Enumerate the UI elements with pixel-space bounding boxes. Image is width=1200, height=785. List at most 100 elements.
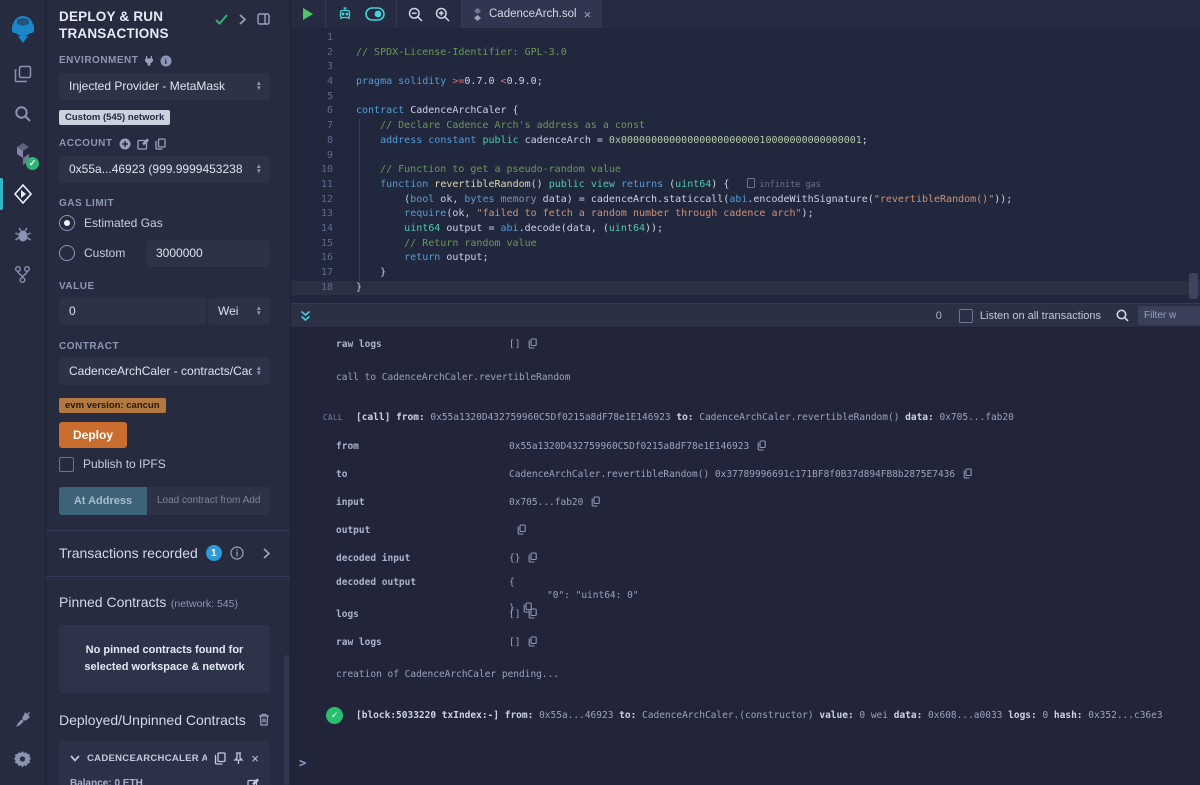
code-line[interactable]: 8 address constant public cadenceArch = … <box>291 134 1200 149</box>
value-input[interactable] <box>59 298 206 325</box>
editor-scrollbar[interactable] <box>1189 273 1198 299</box>
value-unit-select[interactable]: Wei ▲▼ <box>208 298 270 325</box>
copy-icon[interactable] <box>528 552 537 563</box>
add-account-icon[interactable] <box>119 138 131 150</box>
log-row-output[interactable]: output <box>336 524 1200 540</box>
zoom-in-icon[interactable] <box>435 7 450 22</box>
info-icon[interactable]: i <box>160 55 172 67</box>
pin-panel-icon[interactable] <box>257 13 270 25</box>
at-address-button[interactable]: At Address <box>59 487 147 515</box>
deploy-run-panel: DEPLOY & RUN TRANSACTIONS ENVIRONMENT i … <box>46 0 291 785</box>
tab-label: CadenceArch.sol <box>489 8 577 20</box>
terminal-search-icon[interactable] <box>1116 309 1129 322</box>
tab-cadencearch[interactable]: CadenceArch.sol × <box>462 0 602 28</box>
publish-ipfs-checkbox[interactable] <box>59 457 74 472</box>
run-script-icon[interactable] <box>302 7 314 21</box>
call-log-entry[interactable]: call[call] from: 0x55a1320D432759960C5Df… <box>323 411 1200 424</box>
info-circle-icon[interactable] <box>230 546 244 560</box>
trash-icon[interactable] <box>258 713 270 726</box>
listen-all-checkbox[interactable] <box>959 309 973 323</box>
edit-balance-icon[interactable] <box>247 778 259 785</box>
log-row-raw-logs[interactable]: raw logs[] <box>336 636 1200 652</box>
success-check-icon: ✓ <box>326 707 343 724</box>
code-line[interactable]: 5 <box>291 90 1200 105</box>
account-select[interactable]: 0x55a...46923 (999.9999453238 ▲▼ <box>59 156 270 183</box>
environment-select[interactable]: Injected Provider - MetaMask ▲▼ <box>59 73 270 100</box>
estimated-gas-label: Estimated Gas <box>84 216 163 230</box>
stepper-icon: ▲▼ <box>256 81 262 91</box>
panel-scrollbar[interactable] <box>284 655 289 785</box>
deploy-run-icon[interactable] <box>0 174 45 214</box>
ai-toggle-icon[interactable] <box>365 7 385 21</box>
edit-account-icon[interactable] <box>137 138 149 150</box>
copy-address-icon[interactable] <box>214 752 226 765</box>
contract-select[interactable]: CadenceArchCaler - contracts/Cac ▲▼ <box>59 358 270 385</box>
search-icon[interactable] <box>0 94 45 134</box>
copy-icon[interactable] <box>757 440 766 451</box>
at-address-input[interactable] <box>147 487 270 515</box>
copy-icon[interactable] <box>528 338 537 349</box>
log-row-from[interactable]: from0x55a1320D432759960C5Df0215a8dF78e1E… <box>336 440 1200 456</box>
remix-logo[interactable] <box>0 4 45 54</box>
terminal-output[interactable]: raw logs[] call to CadenceArchCaler.rever… <box>291 328 1200 785</box>
deploy-button[interactable]: Deploy <box>59 422 127 448</box>
code-line[interactable]: 6contract CadenceArchCaler { <box>291 104 1200 119</box>
code-line[interactable]: 4pragma solidity >=0.7.0 <0.9.0; <box>291 75 1200 90</box>
solidity-file-icon <box>473 8 482 21</box>
log-message[interactable]: creation of CadenceArchCaler pending... <box>336 668 1200 681</box>
close-tab-icon[interactable]: × <box>584 8 592 21</box>
code-line[interactable]: 14 uint64 output = abi.decode(data, (uin… <box>291 222 1200 237</box>
code-line[interactable]: 15 // Return random value <box>291 237 1200 252</box>
log-row-input[interactable]: input0x705...fab20 <box>336 496 1200 512</box>
plugin-manager-icon[interactable] <box>0 699 45 739</box>
code-line[interactable]: 2// SPDX-License-Identifier: GPL-3.0 <box>291 46 1200 61</box>
code-line[interactable]: 9 <box>291 149 1200 164</box>
copy-icon[interactable] <box>528 608 537 619</box>
code-line[interactable]: 17 } <box>291 266 1200 281</box>
ai-assistant-icon[interactable] <box>337 6 353 22</box>
code-editor[interactable]: 12// SPDX-License-Identifier: GPL-3.034p… <box>291 28 1200 303</box>
copy-icon[interactable] <box>591 496 600 507</box>
terminal-filter-input[interactable] <box>1138 306 1200 325</box>
pin-contract-icon[interactable] <box>233 752 244 765</box>
pinned-contracts-network: (network: 545) <box>171 598 238 610</box>
log-row-logs[interactable]: logs[] <box>336 608 1200 624</box>
copy-account-icon[interactable] <box>155 138 166 150</box>
code-line[interactable]: 16 return output; <box>291 251 1200 266</box>
code-line[interactable]: 1 <box>291 31 1200 46</box>
debugger-icon[interactable] <box>0 214 45 254</box>
zoom-out-icon[interactable] <box>408 7 423 22</box>
collapse-terminal-icon[interactable] <box>300 310 311 322</box>
plug-icon[interactable] <box>144 55 154 66</box>
log-row-raw-logs[interactable]: raw logs[] <box>336 338 1200 354</box>
copy-icon[interactable] <box>963 468 972 479</box>
custom-gas-radio[interactable] <box>59 245 75 261</box>
code-line[interactable]: 12 (bool ok, bytes memory data) = cadenc… <box>291 193 1200 208</box>
transaction-success-entry[interactable]: ✓[block:5033220 txIndex:-] from: 0x55a..… <box>326 707 1200 724</box>
file-explorer-icon[interactable] <box>0 54 45 94</box>
log-message[interactable]: call to CadenceArchCaler.revertibleRando… <box>336 371 1200 384</box>
code-line[interactable]: 13 require(ok, "failed to fetch a random… <box>291 207 1200 222</box>
settings-icon[interactable] <box>0 739 45 779</box>
terminal-prompt[interactable]: > <box>299 756 1200 770</box>
copy-icon[interactable] <box>528 636 537 647</box>
git-icon[interactable] <box>0 254 45 294</box>
custom-gas-input[interactable] <box>146 240 270 267</box>
code-line[interactable]: 10 // Function to get a pseudo-random va… <box>291 163 1200 178</box>
copy-icon[interactable] <box>517 524 526 535</box>
chevron-down-icon[interactable] <box>70 755 80 762</box>
expand-transactions-icon[interactable] <box>263 548 270 559</box>
code-line[interactable]: 18} <box>291 281 1200 296</box>
estimated-gas-radio[interactable] <box>59 215 75 231</box>
deployed-contract-title[interactable]: CADENCEARCHCALER AT 0) <box>87 753 207 764</box>
log-row-decoded-input[interactable]: decoded input{} <box>336 552 1200 568</box>
log-row-to[interactable]: toCadenceArchCaler.revertibleRandom() 0x… <box>336 468 1200 484</box>
chevron-right-icon[interactable] <box>239 14 246 25</box>
solidity-compiler-icon[interactable]: ✓ <box>0 134 45 174</box>
pinned-empty-message: No pinned contracts found for selected w… <box>59 625 270 693</box>
log-row-decoded-output[interactable]: decoded output{"0": "uint64: 0"} <box>336 576 1200 592</box>
code-line[interactable]: 11 function revertibleRandom() public vi… <box>291 178 1200 193</box>
close-contract-icon[interactable]: × <box>251 751 259 766</box>
code-line[interactable]: 3 <box>291 60 1200 75</box>
code-line[interactable]: 7 // Declare Cadence Arch's address as a… <box>291 119 1200 134</box>
